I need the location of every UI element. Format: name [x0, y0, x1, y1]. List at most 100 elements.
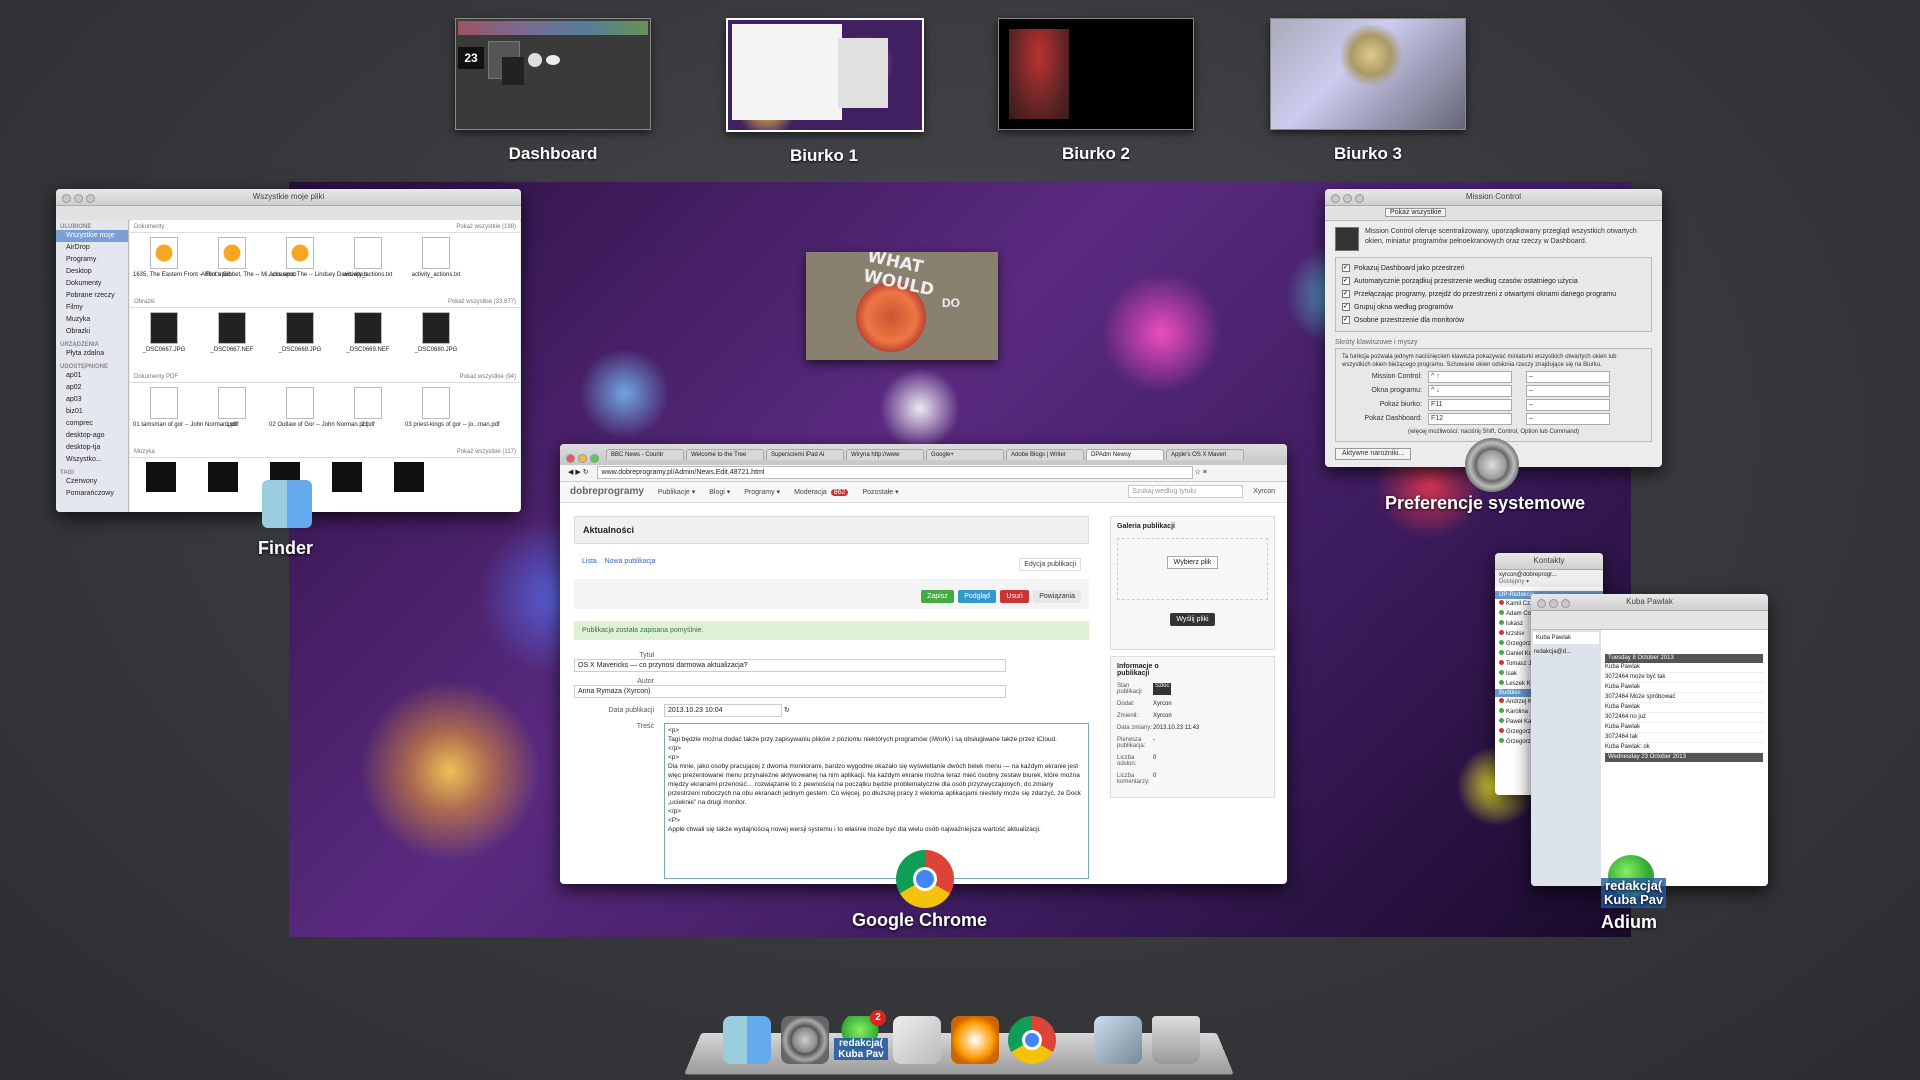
gear-icon[interactable]: [1465, 438, 1519, 492]
content-textarea[interactable]: <p> Tagi będzie można dodać także przy za…: [664, 723, 1089, 879]
dock-adium-icon[interactable]: 2 redakcja(Kuba Pav: [834, 1010, 888, 1064]
file-item[interactable]: _DSC0667.JPG: [133, 312, 195, 353]
file-item[interactable]: 1.pdf: [201, 387, 263, 428]
image-window[interactable]: WHAT WOULD DO: [806, 252, 998, 360]
search-input[interactable]: Szukaj według tytułu: [1128, 485, 1244, 498]
choose-file-button[interactable]: Wybierz plik: [1166, 556, 1219, 569]
browser-tab[interactable]: Adobe Blogs | Writer: [1006, 449, 1084, 460]
sidebar-item[interactable]: comprec: [56, 418, 128, 430]
dock-chrome-icon[interactable]: [1008, 1016, 1056, 1064]
file-item[interactable]: _DSC0669.NEF: [337, 312, 399, 353]
file-item[interactable]: 03 priest-kings of gor -- jo...man.pdf: [405, 387, 500, 428]
title-bar[interactable]: Wszystkie moje pliki: [56, 189, 521, 206]
nav-item[interactable]: Moderacja: [794, 489, 827, 496]
status-select[interactable]: Dostępny ▾: [1499, 578, 1599, 585]
option-checkbox[interactable]: ✓ Grupuj okna według programów: [1342, 301, 1645, 314]
sidebar-item[interactable]: desktop-ago: [56, 430, 128, 442]
back-icon[interactable]: ◀: [568, 469, 573, 476]
reload-icon[interactable]: ↻: [583, 469, 589, 476]
sidebar-item[interactable]: Dokumenty: [56, 278, 128, 290]
dock-utility-icon[interactable]: [1094, 1016, 1142, 1064]
browser-tab[interactable]: DPAdm Newsy: [1086, 449, 1164, 460]
sidebar-item[interactable]: biz01: [56, 406, 128, 418]
nav-item[interactable]: Programy ▾: [744, 489, 780, 496]
dock-trash-icon[interactable]: [1152, 1016, 1200, 1064]
sidebar-item[interactable]: Muzyka: [56, 314, 128, 326]
modifier-select[interactable]: –: [1526, 371, 1610, 383]
menu-icon[interactable]: ≡: [1203, 469, 1207, 476]
modifier-select[interactable]: –: [1526, 385, 1610, 397]
browser-tab[interactable]: Google+: [926, 449, 1004, 460]
shortcut-select[interactable]: F11: [1428, 399, 1512, 411]
chrome-icon[interactable]: [896, 850, 954, 908]
show-all-button[interactable]: Pokaż wszystkie: [1385, 208, 1447, 217]
mission-control-window[interactable]: Mission Control Pokaż wszystkie Mission …: [1325, 189, 1662, 467]
shortcut-select[interactable]: ^ ↓: [1428, 385, 1512, 397]
link-list[interactable]: Lista: [582, 558, 597, 565]
finder-window[interactable]: Wszystkie moje pliki ULUBIONE Wszystkie m…: [56, 189, 521, 512]
file-item[interactable]: 01 tamsman of gor -- John Norman.pdf: [133, 387, 236, 428]
sidebar-item[interactable]: Programy: [56, 254, 128, 266]
sidebar-item[interactable]: ap03: [56, 394, 128, 406]
dock-finder-icon[interactable]: [723, 1016, 771, 1064]
dock-ibooks-icon[interactable]: [951, 1016, 999, 1064]
music-item[interactable]: [332, 462, 362, 492]
upload-button[interactable]: Wyślij pliki: [1170, 613, 1215, 626]
show-all-link[interactable]: Pokaż wszystkie (198): [456, 224, 516, 230]
nav-item[interactable]: Pozostałe ▾: [862, 489, 898, 496]
file-item[interactable]: 02 Outlaw of Gor -- John Norman.pcf: [269, 387, 367, 428]
browser-tab[interactable]: Apple's OS X Maveri: [1166, 449, 1244, 460]
sidebar-item[interactable]: Czerwony: [56, 476, 128, 488]
space-biurko-1[interactable]: Biurko 1: [726, 18, 924, 166]
music-item[interactable]: [146, 462, 176, 492]
title-bar[interactable]: Kontakty: [1495, 553, 1603, 570]
chrome-window[interactable]: BBC News - Countr Welcome to the Tree Supe…: [560, 444, 1287, 884]
browser-tab[interactable]: Wiryna http://www: [846, 449, 924, 460]
preview-button[interactable]: Podgląd: [958, 590, 996, 603]
finder-icon[interactable]: [262, 480, 312, 528]
forward-icon[interactable]: ▶: [575, 469, 580, 476]
user-menu[interactable]: Xyrcon: [1253, 488, 1275, 495]
browser-tab[interactable]: Welcome to the Tree: [686, 449, 764, 460]
sidebar-item[interactable]: ap02: [56, 382, 128, 394]
modifier-select[interactable]: –: [1526, 399, 1610, 411]
star-icon[interactable]: ☆: [1194, 469, 1200, 476]
sidebar-item[interactable]: AirDrop: [56, 242, 128, 254]
space-biurko-2[interactable]: Biurko 2: [998, 18, 1194, 164]
sidebar-item[interactable]: Obrazki: [56, 326, 128, 338]
show-all-link[interactable]: Pokaż wszystkie (94): [460, 374, 516, 380]
dock-preview-icon[interactable]: [893, 1016, 941, 1064]
sidebar-item[interactable]: Pomarańczowy: [56, 488, 128, 500]
relations-button[interactable]: Powiązania: [1033, 590, 1081, 603]
modifier-select[interactable]: –: [1526, 413, 1610, 425]
sidebar-item[interactable]: Płyta zdalna: [56, 348, 128, 360]
nav-item[interactable]: Publikacje ▾: [658, 489, 695, 496]
browser-tab[interactable]: BBC News - Countr: [606, 449, 684, 460]
file-item[interactable]: activity_actions.txt: [405, 237, 467, 278]
title-bar[interactable]: Mission Control: [1325, 189, 1662, 206]
file-item[interactable]: _DSC0669.JPG: [269, 312, 331, 353]
sidebar-item[interactable]: desktop-tja: [56, 442, 128, 454]
delete-button[interactable]: Usuń: [1000, 590, 1029, 603]
file-item[interactable]: Accusers, The -- Lindsey Davis.epub: [269, 237, 367, 278]
chat-tab[interactable]: Kuba Pawlak: [1533, 632, 1599, 644]
link-new-publication[interactable]: Nowa publikacja: [605, 558, 656, 565]
music-item[interactable]: [208, 462, 238, 492]
option-checkbox[interactable]: ✓ Osobne przestrzenie dla monitorów: [1342, 314, 1645, 327]
sidebar-item[interactable]: Wszystko...: [56, 454, 128, 466]
adium-chat-window[interactable]: Kuba Pawlak Kuba Pawlak redakcja@d... Tu…: [1531, 594, 1768, 886]
file-item[interactable]: 1635, The Eastern Front -- Flint.epub: [133, 237, 232, 278]
shortcut-select[interactable]: ^ ↑: [1428, 371, 1512, 383]
hot-corners-button[interactable]: Aktywne narożniki...: [1335, 448, 1412, 460]
title-bar[interactable]: Kuba Pawlak: [1531, 594, 1768, 611]
music-item[interactable]: [394, 462, 424, 492]
show-all-link[interactable]: Pokaż wszystkie (117): [457, 449, 516, 455]
url-input[interactable]: www.dobreprogramy.pl/Admin/News,Edit,487…: [596, 466, 1193, 479]
site-logo[interactable]: dobreprogramy: [570, 486, 644, 497]
space-dashboard[interactable]: 23 Dashboard: [455, 18, 651, 164]
space-biurko-3[interactable]: Biurko 3: [1270, 18, 1466, 164]
option-checkbox[interactable]: ✓ Przełączając programy, przejdź do przes…: [1342, 288, 1645, 301]
sidebar-item[interactable]: Pobrane rzeczy: [56, 290, 128, 302]
browser-tab[interactable]: Superściemi iPad Ai: [766, 449, 844, 460]
file-item[interactable]: 2.pdf: [337, 387, 399, 428]
